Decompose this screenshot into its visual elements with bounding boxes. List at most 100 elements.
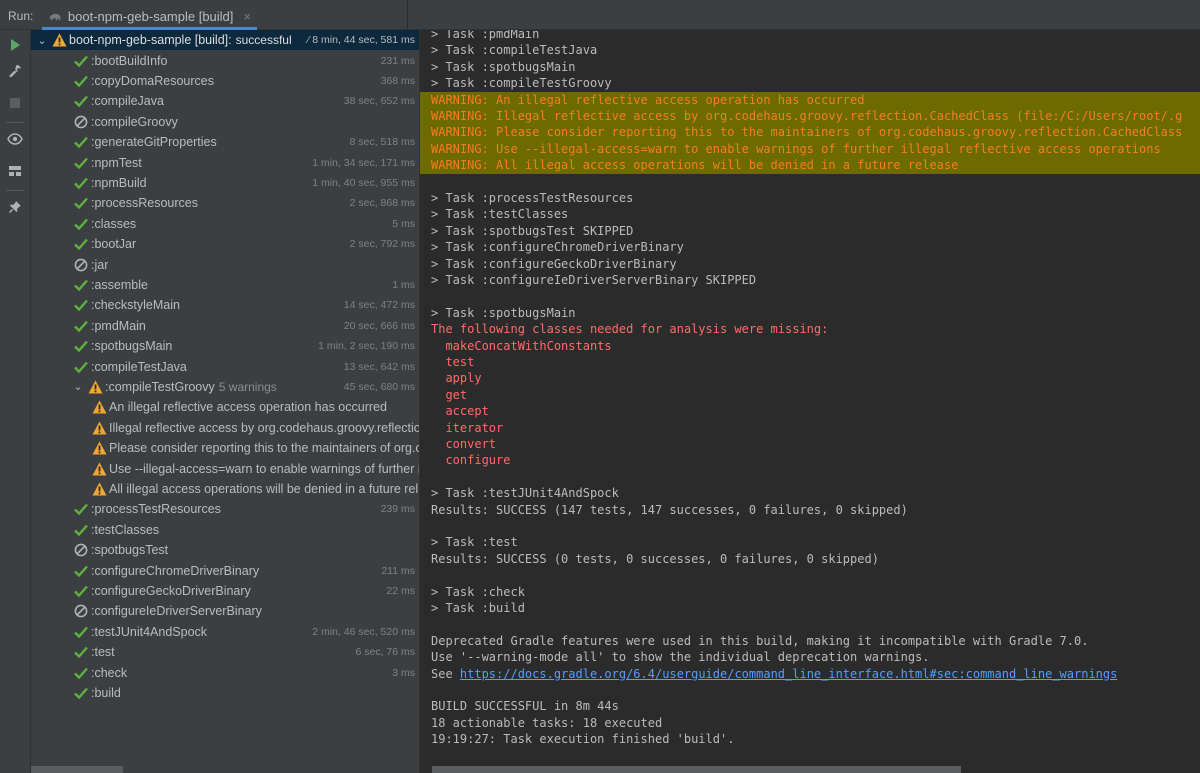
tree-task-node[interactable]: :processResources 2 sec, 868 ms — [31, 193, 419, 213]
console-error-line: test — [431, 354, 474, 370]
tree-node-duration: 3 ms — [388, 666, 415, 679]
tree-node-label: :spotbugsTest — [91, 543, 169, 558]
console-horizontal-scrollbar[interactable] — [432, 766, 961, 773]
console-line-text: > Task :test — [431, 535, 518, 550]
console-line-text: Results: SUCCESS (147 tests, 147 success… — [431, 502, 908, 517]
skipped-icon — [73, 114, 89, 130]
tree-task-node[interactable]: ⌄:compileTestGroovy 5 warnings 45 sec, 680… — [31, 377, 419, 397]
tree-task-node[interactable]: :check 3 ms — [31, 662, 419, 682]
header-divider — [407, 0, 408, 30]
console-error-line: iterator — [431, 420, 503, 436]
console-line-text: > Task :testJUnit4AndSpock — [431, 486, 619, 501]
tree-task-node[interactable]: :bootJar 2 sec, 792 ms — [31, 234, 419, 254]
chevron-down-icon[interactable]: ⌄ — [71, 380, 85, 393]
console-line-text: > Task :compileTestGroovy — [431, 76, 612, 91]
tree-task-node[interactable]: :compileJava 38 sec, 652 ms — [31, 91, 419, 111]
check-icon — [73, 155, 89, 171]
tree-warning-item[interactable]: Illegal reflective access by org.codehau… — [31, 418, 419, 438]
tree-task-node[interactable]: :npmBuild 1 min, 40 sec, 955 ms — [31, 173, 419, 193]
tree-task-node[interactable]: :build — [31, 683, 419, 703]
tree-task-node[interactable]: :copyDomaResources 368 ms — [31, 71, 419, 91]
console-line-text: apply — [431, 371, 482, 386]
console-line-text: BUILD SUCCESSFUL in 8m 44s — [431, 699, 619, 714]
console-link[interactable]: https://docs.gradle.org/6.4/userguide/co… — [460, 667, 1117, 681]
rerun-button[interactable] — [4, 34, 26, 56]
chevron-down-icon[interactable]: ⌄ — [35, 34, 49, 47]
tree-task-node[interactable]: :spotbugsMain 1 min, 2 sec, 190 ms — [31, 336, 419, 356]
tree-node-label: :checkstyleMain — [91, 298, 180, 313]
tree-task-node[interactable]: :spotbugsTest — [31, 540, 419, 560]
tree-task-node[interactable]: :compileTestJava 13 sec, 642 ms — [31, 356, 419, 376]
settings-button[interactable] — [4, 60, 26, 82]
tree-task-node[interactable]: :classes 5 ms — [31, 214, 419, 234]
tree-node-label: :bootBuildInfo — [91, 53, 168, 68]
tree-root-node[interactable]: ⌄ boot-npm-geb-sample [build]: successful ⁄… — [31, 30, 419, 51]
console-output[interactable]: > Task :pmdMain > Task :compileTestJava > … — [420, 30, 1200, 773]
close-icon[interactable]: × — [243, 9, 251, 24]
tree-node-duration: 1 min, 40 sec, 955 ms — [308, 176, 415, 189]
console-line-text: > Task :testClasses — [431, 207, 569, 222]
console-line: > Task :configureChromeDriverBinary — [431, 239, 684, 255]
console-line-text: accept — [431, 404, 489, 419]
warning-icon — [91, 481, 107, 497]
tree-node-duration: 1 ms — [388, 278, 415, 291]
console-line: > Task :check — [431, 584, 525, 600]
tree-task-node[interactable]: :test 6 sec, 76 ms — [31, 642, 419, 662]
tree-task-node[interactable]: :npmTest 1 min, 34 sec, 171 ms — [31, 152, 419, 172]
tree-task-node[interactable]: :bootBuildInfo 231 ms — [31, 50, 419, 70]
tree-node-label: :testJUnit4AndSpock — [91, 624, 208, 639]
tree-node-duration: 38 sec, 652 ms — [339, 95, 415, 108]
console-line-text: WARNING: Use --illegal-access=warn to en… — [431, 141, 1161, 156]
warning-icon — [91, 440, 107, 456]
check-icon — [73, 665, 89, 681]
tree-task-node[interactable]: :compileGroovy — [31, 112, 419, 132]
tree-task-node[interactable]: :pmdMain 20 sec, 666 ms — [31, 316, 419, 336]
skipped-icon — [73, 542, 89, 558]
console-line: > Task :pmdMain — [431, 30, 539, 42]
run-tab[interactable]: boot-npm-geb-sample [build] × — [42, 3, 257, 30]
console-line-text: iterator — [431, 420, 504, 435]
tree-task-node[interactable]: :processTestResources 239 ms — [31, 499, 419, 519]
check-icon — [73, 522, 89, 538]
tree-warning-item[interactable]: Use --illegal-access=warn to enable warn… — [31, 458, 419, 478]
console-line-text: > Task :spotbugsMain — [431, 59, 576, 74]
tree-task-node[interactable]: :testClasses — [31, 520, 419, 540]
console-line: Use '--warning-mode all' to show the ind… — [431, 649, 930, 665]
tree-warning-item[interactable]: All illegal access operations will be de… — [31, 479, 419, 499]
tree-warning-item[interactable]: An illegal reflective access operation h… — [31, 397, 419, 417]
check-icon — [73, 195, 89, 211]
tree-node-label: boot-npm-geb-sample [build]: — [69, 33, 232, 48]
warning-icon — [51, 32, 67, 48]
check-icon — [73, 563, 89, 579]
tree-horizontal-scrollbar[interactable] — [31, 766, 123, 773]
stop-button[interactable] — [4, 92, 26, 114]
tree-task-node[interactable]: :checkstyleMain 14 sec, 472 ms — [31, 295, 419, 315]
tree-task-node[interactable]: :generateGitProperties 8 sec, 518 ms — [31, 132, 419, 152]
pin-tab-button[interactable] — [4, 196, 26, 218]
tree-task-node[interactable]: :configureGeckoDriverBinary 22 ms — [31, 581, 419, 601]
check-icon — [73, 216, 89, 232]
tree-task-node[interactable]: :jar — [31, 254, 419, 274]
tree-warning-item[interactable]: Please consider reporting this to the ma… — [31, 438, 419, 458]
console-line-text: Results: SUCCESS (0 tests, 0 successes, … — [431, 551, 879, 566]
layout-button[interactable] — [4, 160, 26, 182]
console-line-text: The following classes needed for analysi… — [431, 322, 829, 337]
toggle-view-button[interactable] — [4, 128, 26, 150]
check-icon — [73, 93, 89, 109]
build-tree[interactable]: ⌄ boot-npm-geb-sample [build]: successful ⁄… — [31, 30, 419, 773]
console-line-text: 19:19:27: Task execution finished 'build… — [431, 732, 735, 747]
tree-node-label: :jar — [91, 257, 109, 272]
tree-task-node[interactable]: :testJUnit4AndSpock 2 min, 46 sec, 520 ms — [31, 622, 419, 642]
console-line: 18 actionable tasks: 18 executed — [431, 715, 662, 731]
tree-task-node[interactable]: :configureChromeDriverBinary 211 ms — [31, 560, 419, 580]
console-line-text: test — [431, 355, 475, 369]
console-line-text: > Task :build — [431, 601, 525, 615]
console-line-text: get — [431, 387, 468, 402]
tree-node-duration: 8 sec, 518 ms — [345, 136, 415, 149]
tree-task-node[interactable]: :configureIeDriverServerBinary — [31, 601, 419, 621]
check-icon — [73, 583, 89, 599]
tree-task-node[interactable]: :assemble 1 ms — [31, 275, 419, 295]
run-label: Run: — [8, 9, 34, 23]
pin-icon — [8, 201, 21, 214]
tree-node-label: :check — [91, 665, 128, 680]
